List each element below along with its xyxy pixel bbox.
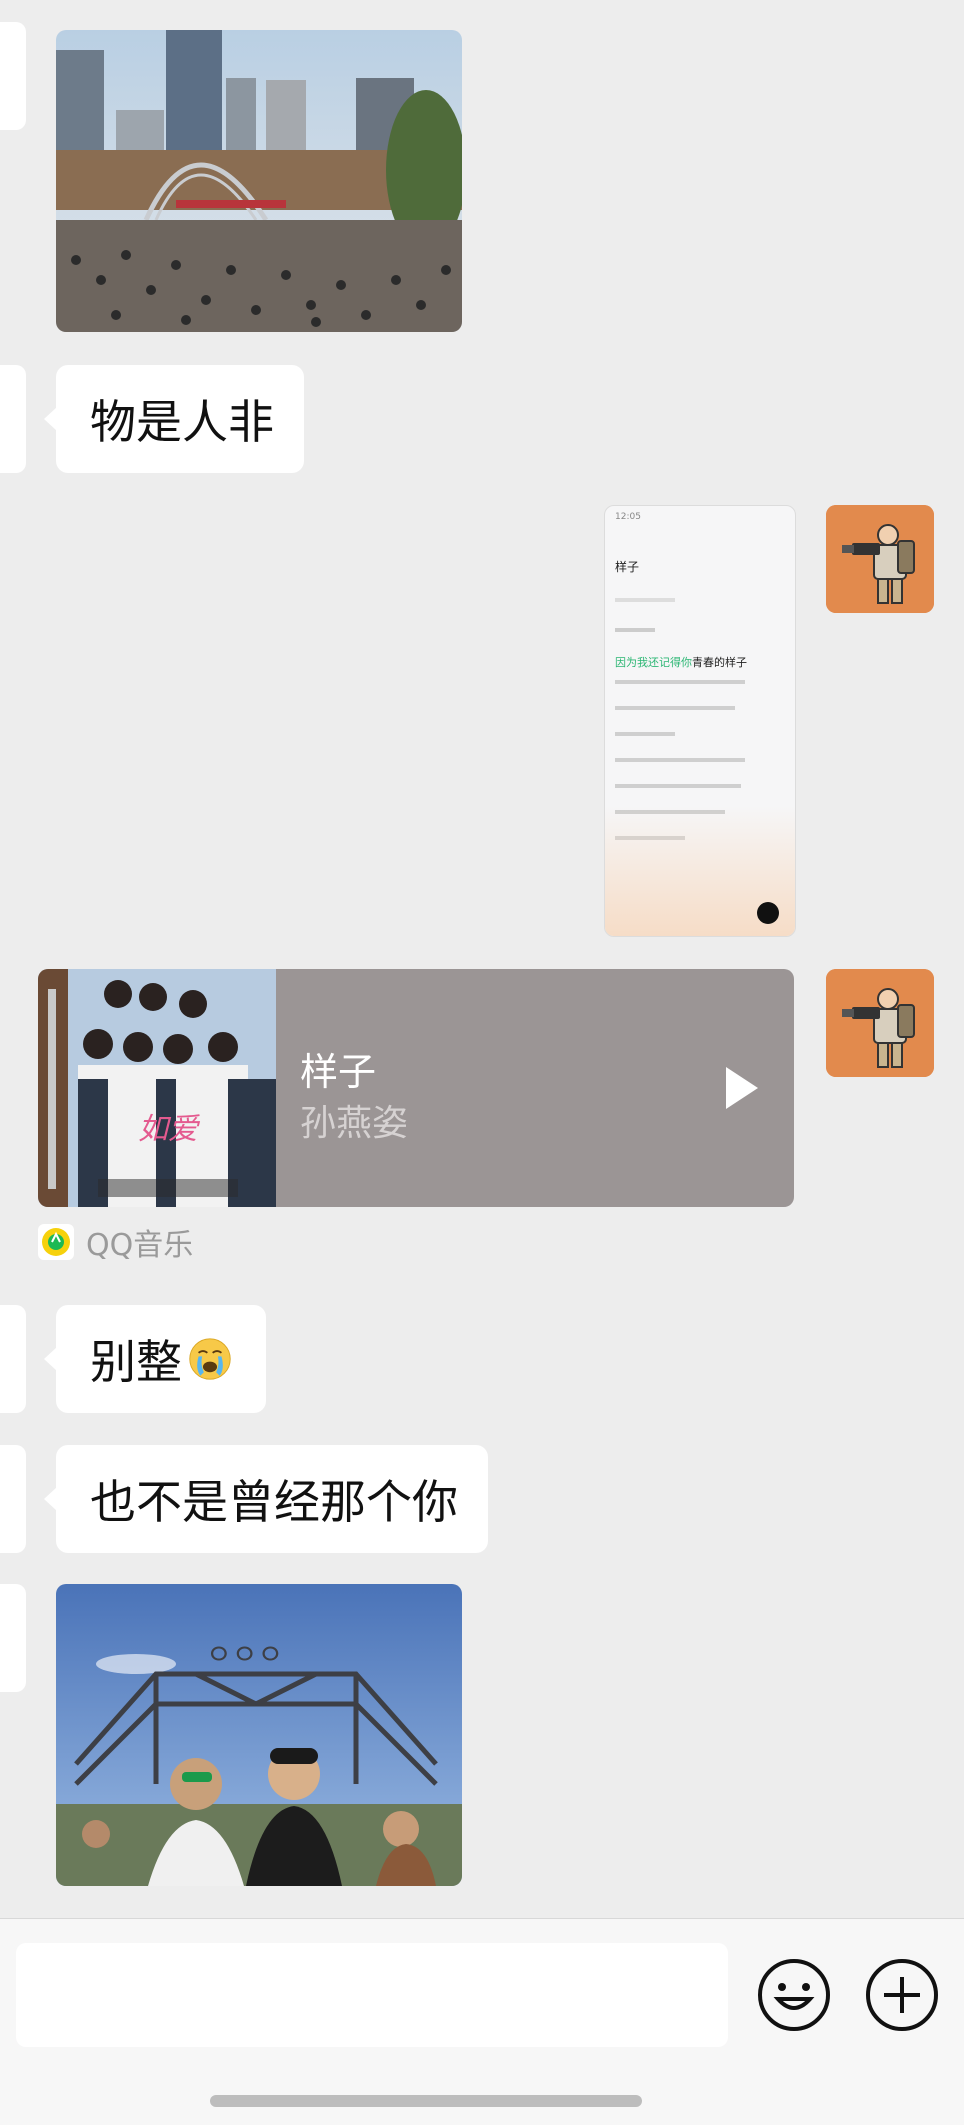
smile-icon[interactable] [756, 1957, 832, 2033]
bridge-city-photo [56, 30, 462, 332]
my-avatar[interactable] [826, 505, 934, 613]
screenshot-song-title: 样子 [615, 560, 640, 574]
music-source-label: QQ音乐 [86, 1228, 194, 1263]
photographer-avatar-icon [826, 969, 934, 1077]
svg-text:如爱: 如爱 [138, 1112, 201, 1147]
album-cover: 如爱 [38, 969, 276, 1207]
message-text: 别整 [90, 1335, 182, 1389]
song-artist: 孙燕姿 [300, 1103, 409, 1144]
message-text: 物是人非 [90, 395, 274, 449]
text-message-bubble[interactable]: 也不是曾经那个你 [44, 1445, 488, 1553]
screenshot-lyric-current: 因为我还记得你青春的样子 [615, 656, 747, 669]
selfie-bridge-photo: ㅇㅇㅇ [56, 1584, 462, 1886]
svg-text:ㅇㅇㅇ: ㅇㅇㅇ [206, 1638, 283, 1671]
image-message-selfie-bridge[interactable]: ㅇㅇㅇ [56, 1584, 462, 1886]
contact-avatar[interactable] [0, 1584, 26, 1692]
crying-emoji-icon [189, 1338, 231, 1380]
input-bar [0, 1918, 964, 2125]
message-input[interactable] [16, 1943, 728, 2047]
music-share-card[interactable]: 如爱 样子 孙燕姿 [38, 969, 794, 1207]
text-message-bubble[interactable]: 别整 [44, 1305, 266, 1413]
screenshot-time: 12:05 [615, 512, 641, 522]
music-source[interactable]: QQ音乐 [38, 1220, 193, 1264]
home-indicator [210, 2095, 642, 2107]
my-avatar[interactable] [826, 969, 934, 1077]
image-message-lyrics-screenshot[interactable]: 12:05 样子 因为我还记得你青春的样子 [604, 505, 796, 937]
text-message-bubble[interactable]: 物是人非 [44, 365, 304, 473]
qq-music-icon [38, 1224, 74, 1260]
image-message-bridge-city[interactable] [56, 30, 462, 332]
contact-avatar[interactable] [0, 22, 26, 130]
contact-avatar[interactable] [0, 1445, 26, 1553]
contact-avatar[interactable] [0, 365, 26, 473]
plus-circle-icon[interactable] [864, 1957, 940, 2033]
photographer-avatar-icon [826, 505, 934, 613]
contact-avatar[interactable] [0, 1305, 26, 1413]
play-icon[interactable] [722, 1063, 762, 1113]
chat-message-list[interactable]: 物是人非 12:05 样子 因为我还记得你青春的样子 如爱 样子 孙燕姿 QQ音… [0, 0, 964, 1918]
song-title: 样子 [300, 1050, 377, 1094]
message-text: 也不是曾经那个你 [90, 1475, 458, 1529]
